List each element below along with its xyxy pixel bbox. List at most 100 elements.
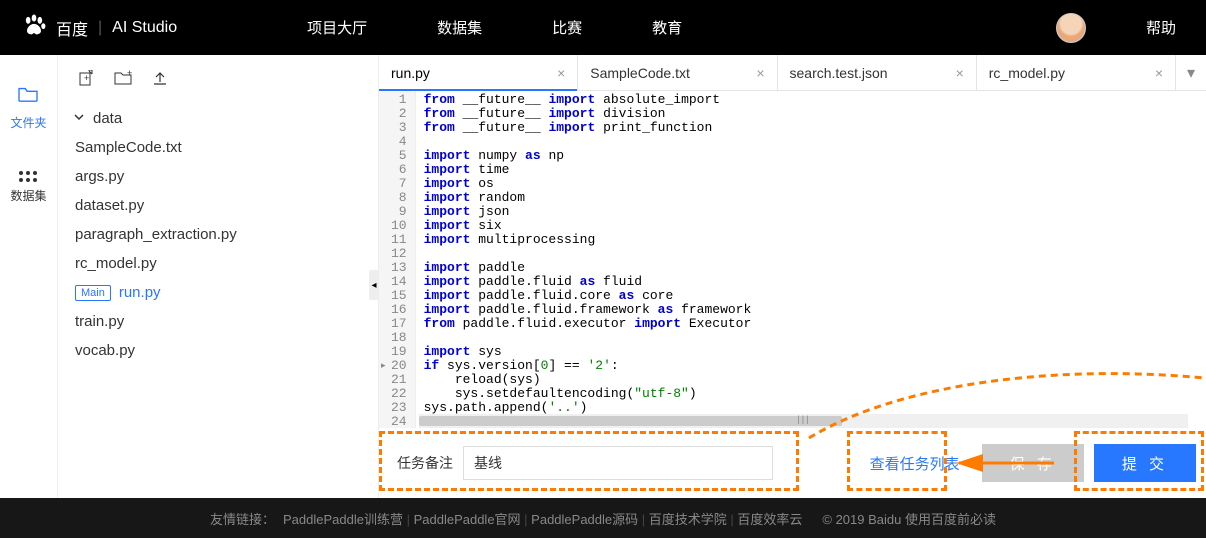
file-name: dataset.py	[75, 197, 144, 214]
code-line[interactable]	[424, 135, 1198, 149]
svg-text:+: +	[127, 70, 132, 78]
new-folder-icon[interactable]: +	[114, 70, 132, 89]
line-number: 19	[391, 345, 407, 359]
upload-icon[interactable]	[152, 70, 168, 89]
code-line[interactable]: import sys	[424, 345, 1198, 359]
code-line[interactable]: import six	[424, 219, 1198, 233]
top-nav: 项目大厅 数据集 比赛 教育	[307, 17, 682, 38]
folder-name: data	[93, 110, 122, 127]
close-icon[interactable]: ×	[557, 65, 565, 81]
code-line[interactable]: import paddle	[424, 261, 1198, 275]
close-icon[interactable]: ×	[956, 65, 964, 81]
view-tasks-link[interactable]: 查看任务列表	[858, 445, 972, 482]
code-line[interactable]: from __future__ import print_function	[424, 121, 1198, 135]
tree-file[interactable]: args.py	[75, 162, 358, 191]
left-rail: 文件夹 数据集	[0, 55, 58, 498]
line-number: 2	[391, 107, 407, 121]
new-file-icon[interactable]: +	[78, 70, 94, 89]
nav-projects[interactable]: 项目大厅	[307, 17, 367, 38]
footer-link[interactable]: 百度技术学院	[649, 512, 727, 527]
code-line[interactable]: from paddle.fluid.executor import Execut…	[424, 317, 1198, 331]
collapse-handle[interactable]: ◂	[369, 270, 379, 300]
line-number: 9	[391, 205, 407, 219]
footer: 友情链接： PaddlePaddle训练营 | PaddlePaddle官网 |…	[0, 498, 1206, 538]
footer-link[interactable]: 百度效率云	[737, 512, 802, 527]
tree-folder-data[interactable]: data	[73, 104, 358, 133]
logo-text: 百度	[56, 16, 88, 40]
tree-file[interactable]: vocab.py	[75, 336, 358, 365]
help-link[interactable]: 帮助	[1146, 17, 1176, 38]
horizontal-scrollbar[interactable]: |||	[419, 414, 1188, 428]
line-number: 23	[391, 401, 407, 415]
code-line[interactable]: sys.path.append('..')	[424, 401, 1198, 415]
rail-files[interactable]: 文件夹	[10, 85, 46, 131]
main-badge: Main	[75, 285, 111, 301]
save-button[interactable]: 保 存	[982, 444, 1084, 482]
code-line[interactable]: import time	[424, 163, 1198, 177]
code-line[interactable]: reload(sys)	[424, 373, 1198, 387]
submit-button[interactable]: 提 交	[1094, 444, 1196, 482]
line-number: 11	[391, 233, 407, 247]
tab-label: run.py	[391, 65, 430, 81]
tree-file[interactable]: SampleCode.txt	[75, 133, 358, 162]
close-icon[interactable]: ×	[756, 65, 764, 81]
code-editor[interactable]: 123456789101112131415161718192021222324 …	[379, 91, 1206, 428]
code-line[interactable]: if sys.version[0] == '2':	[424, 359, 1198, 373]
editor-tab[interactable]: search.test.json ×	[778, 55, 977, 90]
code-line[interactable]: import random	[424, 191, 1198, 205]
line-number: 7	[391, 177, 407, 191]
task-note-label: 任务备注	[397, 453, 453, 473]
baidu-paw-icon	[20, 11, 48, 44]
rail-datasets[interactable]: 数据集	[10, 171, 46, 204]
folder-icon	[17, 85, 39, 109]
close-icon[interactable]: ×	[1155, 65, 1163, 81]
logo[interactable]: 百度 | AI Studio	[20, 11, 177, 44]
tree-file[interactable]: Main run.py	[75, 278, 358, 307]
code-line[interactable]: from __future__ import division	[424, 107, 1198, 121]
nav-education[interactable]: 教育	[652, 17, 682, 38]
line-number: 20	[391, 359, 407, 373]
tree-file[interactable]: train.py	[75, 307, 358, 336]
tree-file[interactable]: paragraph_extraction.py	[75, 220, 358, 249]
avatar[interactable]	[1056, 13, 1086, 43]
editor-tabs: run.py×SampleCode.txt×search.test.json×r…	[379, 55, 1206, 91]
nav-datasets[interactable]: 数据集	[437, 17, 482, 38]
code-line[interactable]: sys.setdefaultencoding("utf-8")	[424, 387, 1198, 401]
line-number: 18	[391, 331, 407, 345]
logo-divider: |	[98, 19, 102, 37]
tabs-overflow-icon[interactable]: ▾	[1176, 55, 1206, 90]
bottom-bar: 任务备注 查看任务列表 保 存 提 交	[379, 428, 1206, 498]
footer-link[interactable]: PaddlePaddle官网	[414, 512, 521, 527]
line-number: 10	[391, 219, 407, 233]
line-number: 6	[391, 163, 407, 177]
code-line[interactable]: import numpy as np	[424, 149, 1198, 163]
file-tree: + + data SampleCode.txt args.py dataset.py…	[58, 55, 378, 498]
tab-label: search.test.json	[790, 65, 888, 81]
code-line[interactable]: from __future__ import absolute_import	[424, 93, 1198, 107]
tree-file[interactable]: dataset.py	[75, 191, 358, 220]
nav-contests[interactable]: 比赛	[552, 17, 582, 38]
file-name: paragraph_extraction.py	[75, 226, 237, 243]
line-number: 13	[391, 261, 407, 275]
footer-link[interactable]: PaddlePaddle源码	[531, 512, 638, 527]
editor-tab[interactable]: SampleCode.txt×	[578, 55, 777, 90]
tree-file[interactable]: rc_model.py	[75, 249, 358, 278]
top-header: 百度 | AI Studio 项目大厅 数据集 比赛 教育 帮助	[0, 0, 1206, 55]
code-line[interactable]: import multiprocessing	[424, 233, 1198, 247]
code-line[interactable]: import json	[424, 205, 1198, 219]
code-line[interactable]: import paddle.fluid as fluid	[424, 275, 1198, 289]
file-name: run.py	[119, 284, 161, 301]
task-note-input[interactable]	[463, 446, 773, 480]
code-line[interactable]: import os	[424, 177, 1198, 191]
code-line[interactable]: import paddle.fluid.core as core	[424, 289, 1198, 303]
code-line[interactable]: import paddle.fluid.framework as framewo…	[424, 303, 1198, 317]
file-name: rc_model.py	[75, 255, 157, 272]
footer-link[interactable]: PaddlePaddle训练营	[283, 512, 403, 527]
code-line[interactable]	[424, 247, 1198, 261]
footer-copyright: © 2019 Baidu 使用百度前必读	[822, 509, 996, 528]
editor-tab[interactable]: rc_model.py×	[977, 55, 1176, 90]
code-line[interactable]	[424, 331, 1198, 345]
file-name: args.py	[75, 168, 124, 185]
rail-datasets-label: 数据集	[10, 187, 46, 204]
editor-tab[interactable]: run.py ×	[379, 55, 578, 90]
